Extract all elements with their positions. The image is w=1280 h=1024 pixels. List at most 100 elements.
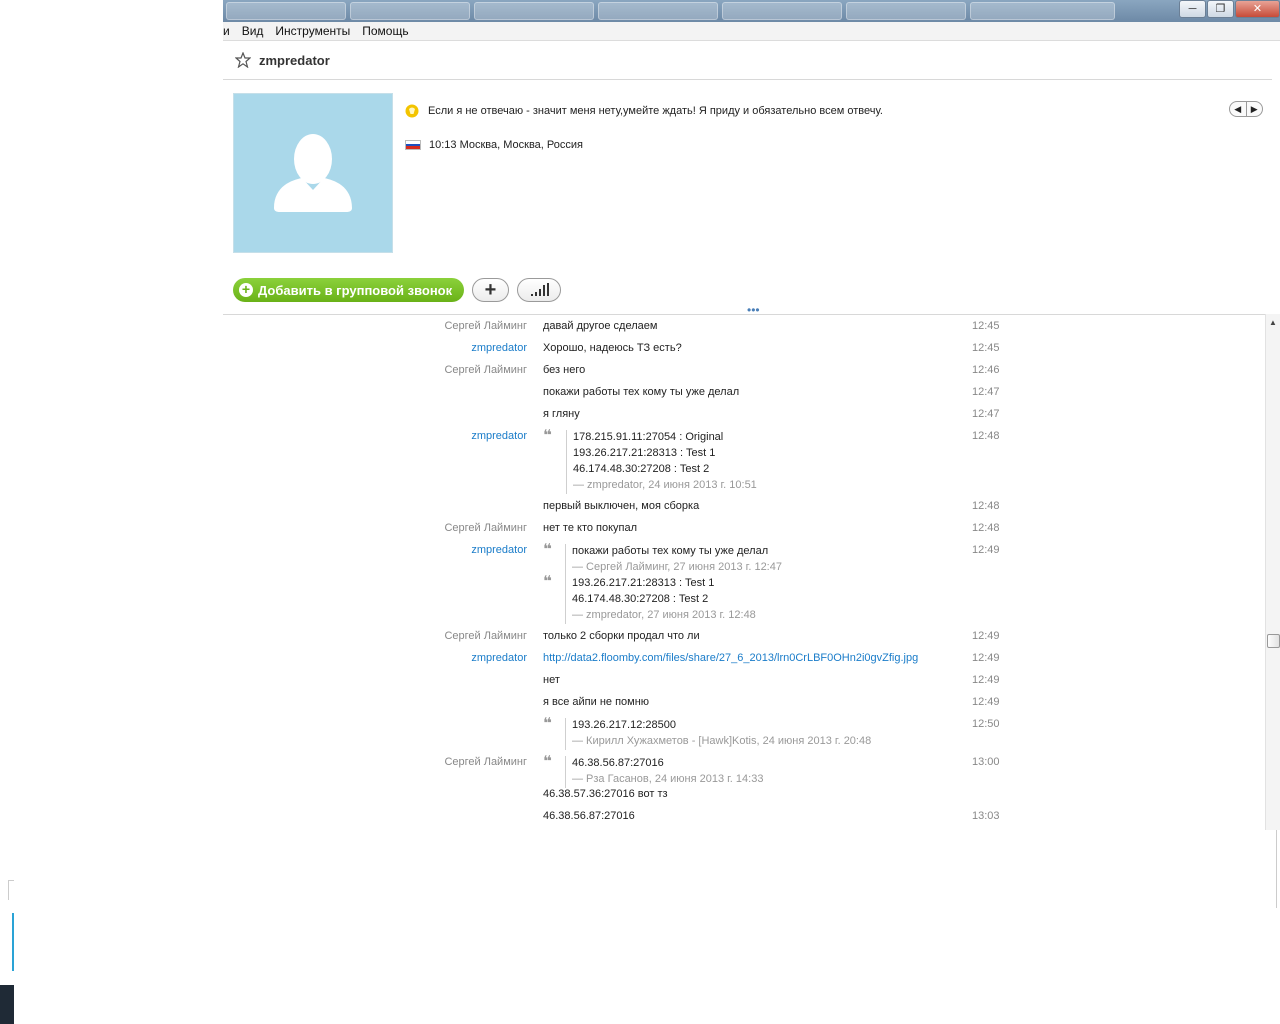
contact-name: zmpredator xyxy=(259,53,330,68)
menu-item-help[interactable]: Помощь xyxy=(362,24,414,38)
message-text: нет xyxy=(543,674,560,686)
scroll-thumb[interactable] xyxy=(1267,634,1280,648)
message-text: 46.38.57.36:27016 вот тз xyxy=(543,788,668,800)
quote-icon: ❝ xyxy=(543,541,552,558)
message-time: 12:49 xyxy=(972,544,1000,556)
quote-line: покажи работы тех кому ты уже делал xyxy=(572,545,769,557)
message-text: давай другое сделаем xyxy=(543,320,658,332)
message-time: 12:47 xyxy=(972,408,1000,420)
message-time: 12:47 xyxy=(972,386,1000,398)
add-button[interactable]: + xyxy=(472,278,509,302)
quote-line: 46.174.48.30:27208 : Test 2 xyxy=(572,593,709,605)
message-time: 12:49 xyxy=(972,630,1000,642)
group-call-label: Добавить в групповой звонок xyxy=(258,282,453,298)
message-sender[interactable]: Сергей Лайминг xyxy=(444,320,527,332)
quote-attribution: — zmpredator, 24 июня 2013 г. 10:51 xyxy=(573,479,757,491)
message-sender[interactable]: Сергей Лайминг xyxy=(444,522,527,534)
left-fragment xyxy=(8,880,14,900)
quote-icon: ❝ xyxy=(543,715,552,732)
message-text: 46.38.56.87:27016 xyxy=(543,810,635,822)
quote-attribution: — zmpredator, 27 июня 2013 г. 12:48 xyxy=(572,609,756,621)
quote-attribution: — Рза Гасанов, 24 июня 2013 г. 14:33 xyxy=(572,773,764,785)
taskbar-item[interactable] xyxy=(226,2,346,20)
next-arrow-icon[interactable]: ▶ xyxy=(1247,102,1263,116)
default-avatar-icon xyxy=(274,134,352,212)
taskbar-item[interactable] xyxy=(722,2,842,20)
message-sender[interactable]: Сергей Лайминг xyxy=(444,364,527,376)
quote-icon: ❝ xyxy=(543,573,552,590)
message-text: я гляну xyxy=(543,408,580,420)
quote-line: 193.26.217.12:28500 xyxy=(572,719,676,731)
taskbar-item[interactable] xyxy=(970,2,1115,20)
avatar[interactable] xyxy=(233,93,393,253)
left-fragment xyxy=(0,985,14,1024)
message-text: без него xyxy=(543,364,586,376)
plus-icon: + xyxy=(484,278,497,301)
quote-line: 193.26.217.21:28313 : Test 1 xyxy=(572,577,715,589)
message-link[interactable]: http://data2.floomby.com/files/share/27_… xyxy=(543,652,918,664)
message-sender[interactable]: zmpredator xyxy=(471,430,527,442)
plus-icon: + xyxy=(239,282,253,297)
message-time: 12:45 xyxy=(972,342,1000,354)
message-time: 12:48 xyxy=(972,500,1000,512)
message-text: только 2 сборки продал что ли xyxy=(543,630,700,642)
quote-icon: ❝ xyxy=(543,753,552,770)
message-text: нет те кто покупал xyxy=(543,522,638,534)
quote-line: 46.174.48.30:27208 : Test 2 xyxy=(573,463,710,475)
message-text: покажи работы тех кому ты уже делал xyxy=(543,386,740,398)
message-time: 12:49 xyxy=(972,696,1000,708)
right-edge xyxy=(1276,830,1280,908)
mood-navigation: ◀ ▶ xyxy=(1229,101,1263,117)
location-text: 10:13 Москва, Москва, Россия xyxy=(429,139,583,151)
maximize-icon[interactable]: ❐ xyxy=(1207,0,1234,18)
quote-line: 46.38.56.87:27016 xyxy=(572,757,664,769)
message-sender[interactable]: Сергей Лайминг xyxy=(444,756,527,768)
message-time: 12:48 xyxy=(972,522,1000,534)
taskbar-item[interactable] xyxy=(350,2,470,20)
chat-history: Сергей Лайминг давай другое сделаем 12:4… xyxy=(223,314,1265,830)
location-info: 10:13 Москва, Москва, Россия xyxy=(405,139,583,151)
chat-scrollbar[interactable]: ▲ xyxy=(1265,314,1280,830)
call-quality-button[interactable] xyxy=(517,278,561,302)
quote-attribution: — Кирилл Хужахметов - [Hawk]Kotis, 24 ию… xyxy=(572,735,872,747)
quote-icon: ❝ xyxy=(543,427,552,444)
blank-left-region xyxy=(0,0,223,1024)
add-to-group-call-button[interactable]: + Добавить в групповой звонок xyxy=(233,278,464,302)
quote-line: 193.26.217.21:28313 : Test 1 xyxy=(573,447,716,459)
window-controls: ─ ❐ ✕ xyxy=(1178,0,1280,20)
message-sender[interactable]: zmpredator xyxy=(471,342,527,354)
signal-bars-icon xyxy=(531,283,549,296)
taskbar-item[interactable] xyxy=(474,2,594,20)
mood-bulb-icon xyxy=(405,104,419,118)
quote-attribution: — Сергей Лайминг, 27 июня 2013 г. 12:47 xyxy=(572,561,782,573)
message-time: 12:49 xyxy=(972,652,1000,664)
minimize-icon[interactable]: ─ xyxy=(1179,0,1206,18)
message-time: 13:00 xyxy=(972,756,1000,768)
taskbar-item[interactable] xyxy=(598,2,718,20)
message-sender[interactable]: zmpredator xyxy=(471,652,527,664)
message-time: 12:50 xyxy=(972,718,1000,730)
quote-line: 178.215.91.11:27054 : Original xyxy=(573,431,724,443)
close-icon[interactable]: ✕ xyxy=(1235,0,1280,18)
contact-header: zmpredator xyxy=(223,42,1272,80)
message-time: 13:03 xyxy=(972,810,1000,822)
mood-message: Если я не отвечаю - значит меня нету,уме… xyxy=(405,104,883,118)
menu-item-tools[interactable]: Инструменты xyxy=(275,24,356,38)
left-fragment xyxy=(12,913,14,971)
message-text: я все айпи не помню xyxy=(543,696,650,708)
message-time: 12:49 xyxy=(972,674,1000,686)
message-sender[interactable]: Сергей Лайминг xyxy=(444,630,527,642)
prev-arrow-icon[interactable]: ◀ xyxy=(1230,102,1247,116)
star-icon[interactable] xyxy=(235,52,251,68)
message-time: 12:46 xyxy=(972,364,1000,376)
taskbar-item[interactable] xyxy=(846,2,966,20)
menu-item-view[interactable]: Вид xyxy=(242,24,270,38)
menu-bar: и Вид Инструменты Помощь xyxy=(223,22,1280,41)
message-time: 12:45 xyxy=(972,320,1000,332)
menu-item-partial[interactable]: и xyxy=(223,24,236,38)
scroll-up-icon[interactable]: ▲ xyxy=(1266,316,1280,330)
message-sender[interactable]: zmpredator xyxy=(471,544,527,556)
message-text: Хорошо, надеюсь ТЗ есть? xyxy=(543,342,682,354)
message-text: первый выключен, моя сборка xyxy=(543,500,700,512)
russia-flag-icon xyxy=(405,140,421,150)
